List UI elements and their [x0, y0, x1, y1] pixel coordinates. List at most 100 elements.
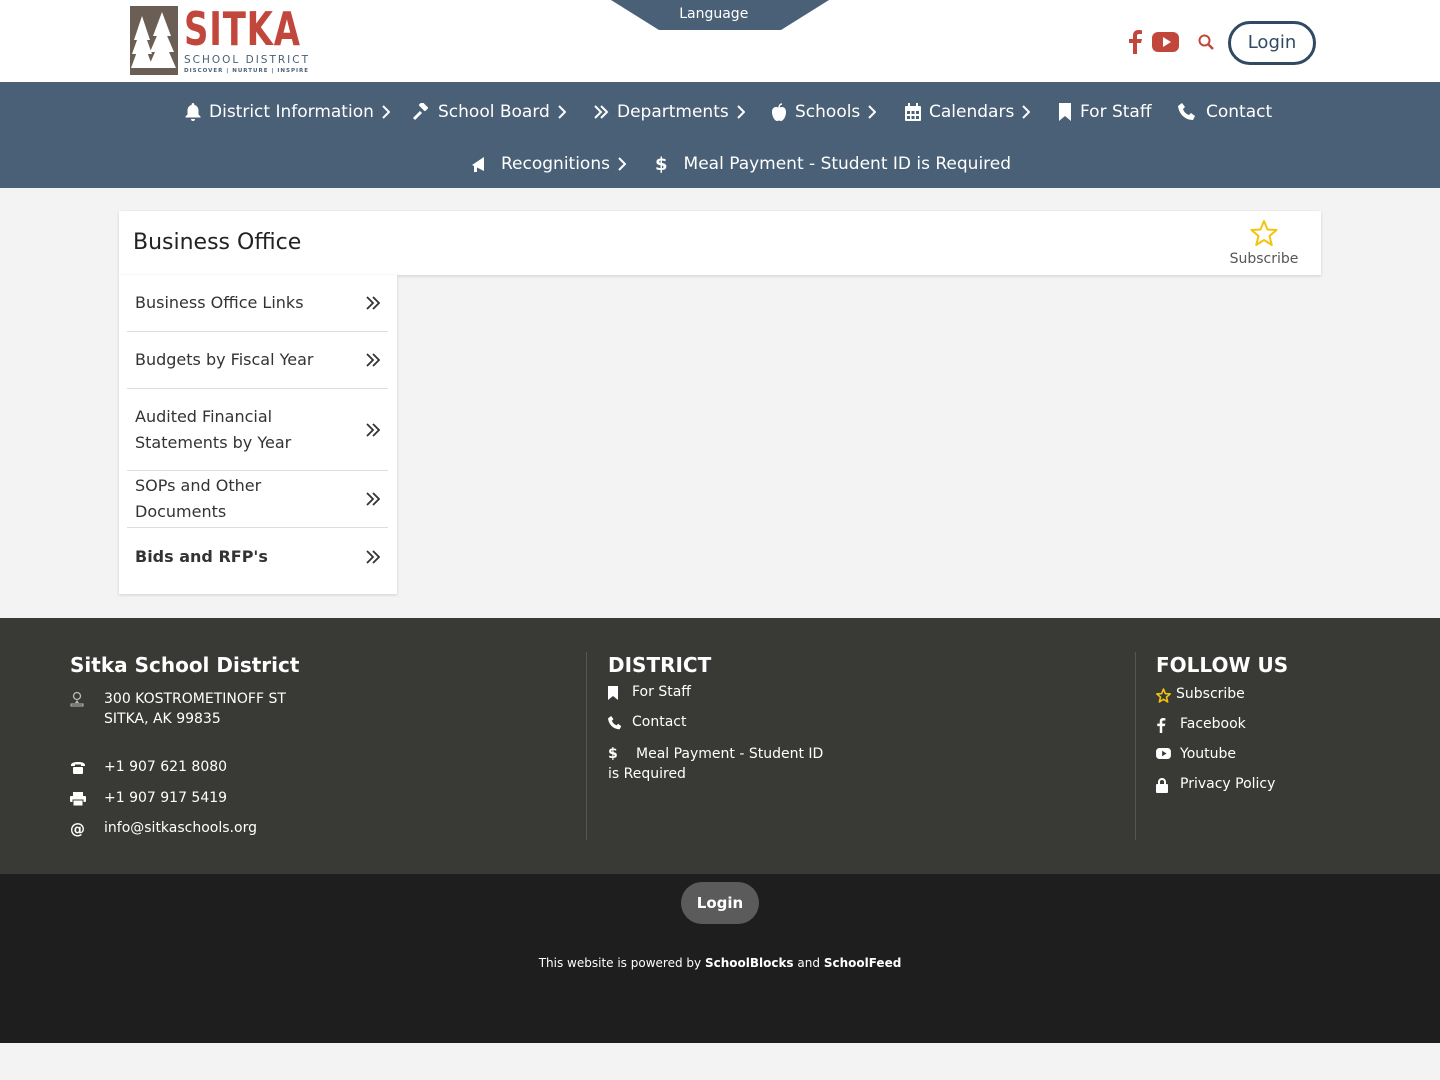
footer-link-facebook[interactable]: Facebook — [1156, 716, 1246, 733]
facebook-icon[interactable] — [1127, 30, 1143, 58]
subscribe-button[interactable]: Subscribe — [1219, 219, 1309, 267]
nav-meal-payment[interactable]: $ Meal Payment - Student ID is Required — [655, 152, 1011, 176]
nav-recognitions[interactable]: Recognitions — [471, 152, 626, 176]
nav-contact[interactable]: Contact — [1178, 100, 1272, 124]
footer-link-privacy[interactable]: Privacy Policy — [1156, 776, 1275, 793]
footer-link-subscribe[interactable]: Subscribe — [1156, 686, 1245, 703]
powered-and: and — [797, 956, 820, 970]
chevron-right-icon — [1022, 105, 1031, 119]
footer-link-label: Privacy Policy — [1180, 776, 1276, 792]
dollar-icon: $ — [608, 746, 618, 762]
map-pin-icon — [70, 691, 104, 707]
footer-link-contact[interactable]: Contact — [608, 714, 686, 730]
star-icon — [1156, 688, 1176, 703]
star-icon — [1250, 219, 1278, 251]
footer-link-meal-payment-cont[interactable]: is Required — [608, 764, 686, 784]
logo-tagline: DISCOVER | NURTURE | INSPIRE — [184, 68, 310, 74]
sidebar-item-bids-rfps[interactable]: Bids and RFP's — [127, 528, 388, 585]
nav-label: For Staff — [1080, 102, 1152, 122]
footer-district-title: DISTRICT — [608, 653, 712, 677]
sidebar-item-audited-statements[interactable]: Audited Financial Statements by Year — [127, 389, 388, 471]
double-chevron-right-icon — [366, 422, 380, 437]
footer-org-title: Sitka School District — [70, 653, 300, 677]
page-header-card: Business Office Subscribe — [119, 211, 1321, 275]
lock-icon — [1156, 778, 1180, 793]
chevron-right-icon — [558, 105, 566, 119]
nav-label: Schools — [795, 102, 861, 122]
language-label: Language — [679, 6, 749, 22]
footer-link-label: is Required — [608, 766, 686, 782]
search-icon[interactable] — [1198, 34, 1214, 54]
apple-icon — [771, 103, 787, 121]
schoolfeed-link[interactable]: SchoolFeed — [824, 956, 901, 970]
nav-label: District Information — [209, 102, 374, 122]
sidebar-item-label: Budgets by Fiscal Year — [135, 350, 314, 369]
powered-by: This website is powered by SchoolBlocks … — [0, 956, 1440, 970]
footer-address: 300 KOSTROMETINOFF ST SITKA, AK 99835 — [70, 689, 286, 729]
telephone-icon — [70, 761, 104, 775]
language-selector[interactable]: Language — [611, 0, 829, 30]
email-link[interactable]: info@sitkaschools.org — [104, 820, 257, 836]
calendar-icon — [905, 103, 921, 121]
nav-label: Departments — [617, 102, 729, 122]
dollar-icon: $ — [655, 153, 668, 175]
nav-label: School Board — [438, 102, 550, 122]
facebook-icon — [1156, 718, 1180, 733]
chevron-right-icon — [737, 105, 745, 119]
double-chevron-right-icon — [366, 296, 380, 310]
fax-number: +1 907 917 5419 — [104, 790, 228, 806]
bookmark-icon — [1058, 103, 1072, 121]
footer-divider — [586, 652, 587, 840]
logo-name: SITKA — [184, 2, 301, 56]
footer-link-youtube[interactable]: Youtube — [1156, 746, 1236, 762]
sidebar-item-sops[interactable]: SOPs and Other Documents — [127, 471, 388, 528]
youtube-icon[interactable] — [1152, 32, 1179, 56]
powered-prefix: This website is powered by — [538, 956, 702, 970]
site-header: SITKA SCHOOL DISTRICT DISCOVER | NURTURE… — [0, 0, 1440, 84]
nav-departments[interactable]: Departments — [593, 100, 745, 124]
nav-for-staff[interactable]: For Staff — [1058, 100, 1152, 124]
phone-icon — [1178, 103, 1196, 121]
footer-link-for-staff[interactable]: For Staff — [608, 684, 691, 700]
footer-email[interactable]: @ info@sitkaschools.org — [70, 820, 257, 838]
address-line-1: 300 KOSTROMETINOFF ST — [104, 691, 286, 707]
sidebar-item-label: Audited Financial Statements by Year — [135, 406, 292, 452]
login-button[interactable]: Login — [1228, 21, 1316, 65]
tree-logo-icon — [130, 6, 178, 75]
main-nav: District Information School Board Depart… — [0, 84, 1440, 188]
footer-link-label: Youtube — [1180, 746, 1236, 762]
nav-calendars[interactable]: Calendars — [905, 100, 1031, 124]
footer-follow-title: FOLLOW US — [1156, 653, 1289, 677]
sidebar-item-label: SOPs and Other Documents — [135, 476, 262, 521]
footer-link-meal-payment[interactable]: $ Meal Payment - Student ID — [608, 744, 823, 764]
bell-icon — [185, 103, 201, 121]
footer-divider — [1135, 652, 1136, 840]
nav-label: Calendars — [929, 102, 1015, 122]
double-chevron-right-icon — [366, 492, 380, 506]
phone-number: +1 907 621 8080 — [104, 759, 228, 775]
footer-phone[interactable]: +1 907 621 8080 — [70, 759, 227, 775]
bottom-bar: Login This website is powered by SchoolB… — [0, 874, 1440, 1043]
nav-schools[interactable]: Schools — [771, 100, 877, 124]
double-chevron-icon — [593, 105, 609, 119]
footer-link-label: Meal Payment - Student ID — [636, 746, 824, 762]
sidebar-item-label: Bids and RFP's — [135, 546, 268, 566]
address-line-2: SITKA, AK 99835 — [104, 711, 221, 727]
subscribe-label: Subscribe — [1229, 251, 1299, 267]
chevron-right-icon — [618, 157, 626, 171]
double-chevron-right-icon — [366, 353, 380, 367]
bottom-login-button[interactable]: Login — [681, 882, 759, 924]
at-icon: @ — [70, 820, 85, 838]
nav-school-board[interactable]: School Board — [412, 100, 566, 124]
nav-district-information[interactable]: District Information — [185, 100, 390, 124]
gavel-icon — [412, 103, 430, 121]
footer-link-label: Facebook — [1180, 716, 1246, 732]
district-logo[interactable]: SITKA SCHOOL DISTRICT DISCOVER | NURTURE… — [130, 2, 308, 76]
sidebar-item-business-office-links[interactable]: Business Office Links — [127, 275, 388, 332]
chevron-right-icon — [382, 105, 390, 119]
sidebar-item-budgets[interactable]: Budgets by Fiscal Year — [127, 332, 388, 389]
sidebar-item-label: Business Office Links — [135, 293, 304, 312]
nav-label: Contact — [1206, 102, 1273, 122]
phone-icon — [608, 716, 632, 730]
schoolblocks-link[interactable]: SchoolBlocks — [705, 956, 794, 970]
